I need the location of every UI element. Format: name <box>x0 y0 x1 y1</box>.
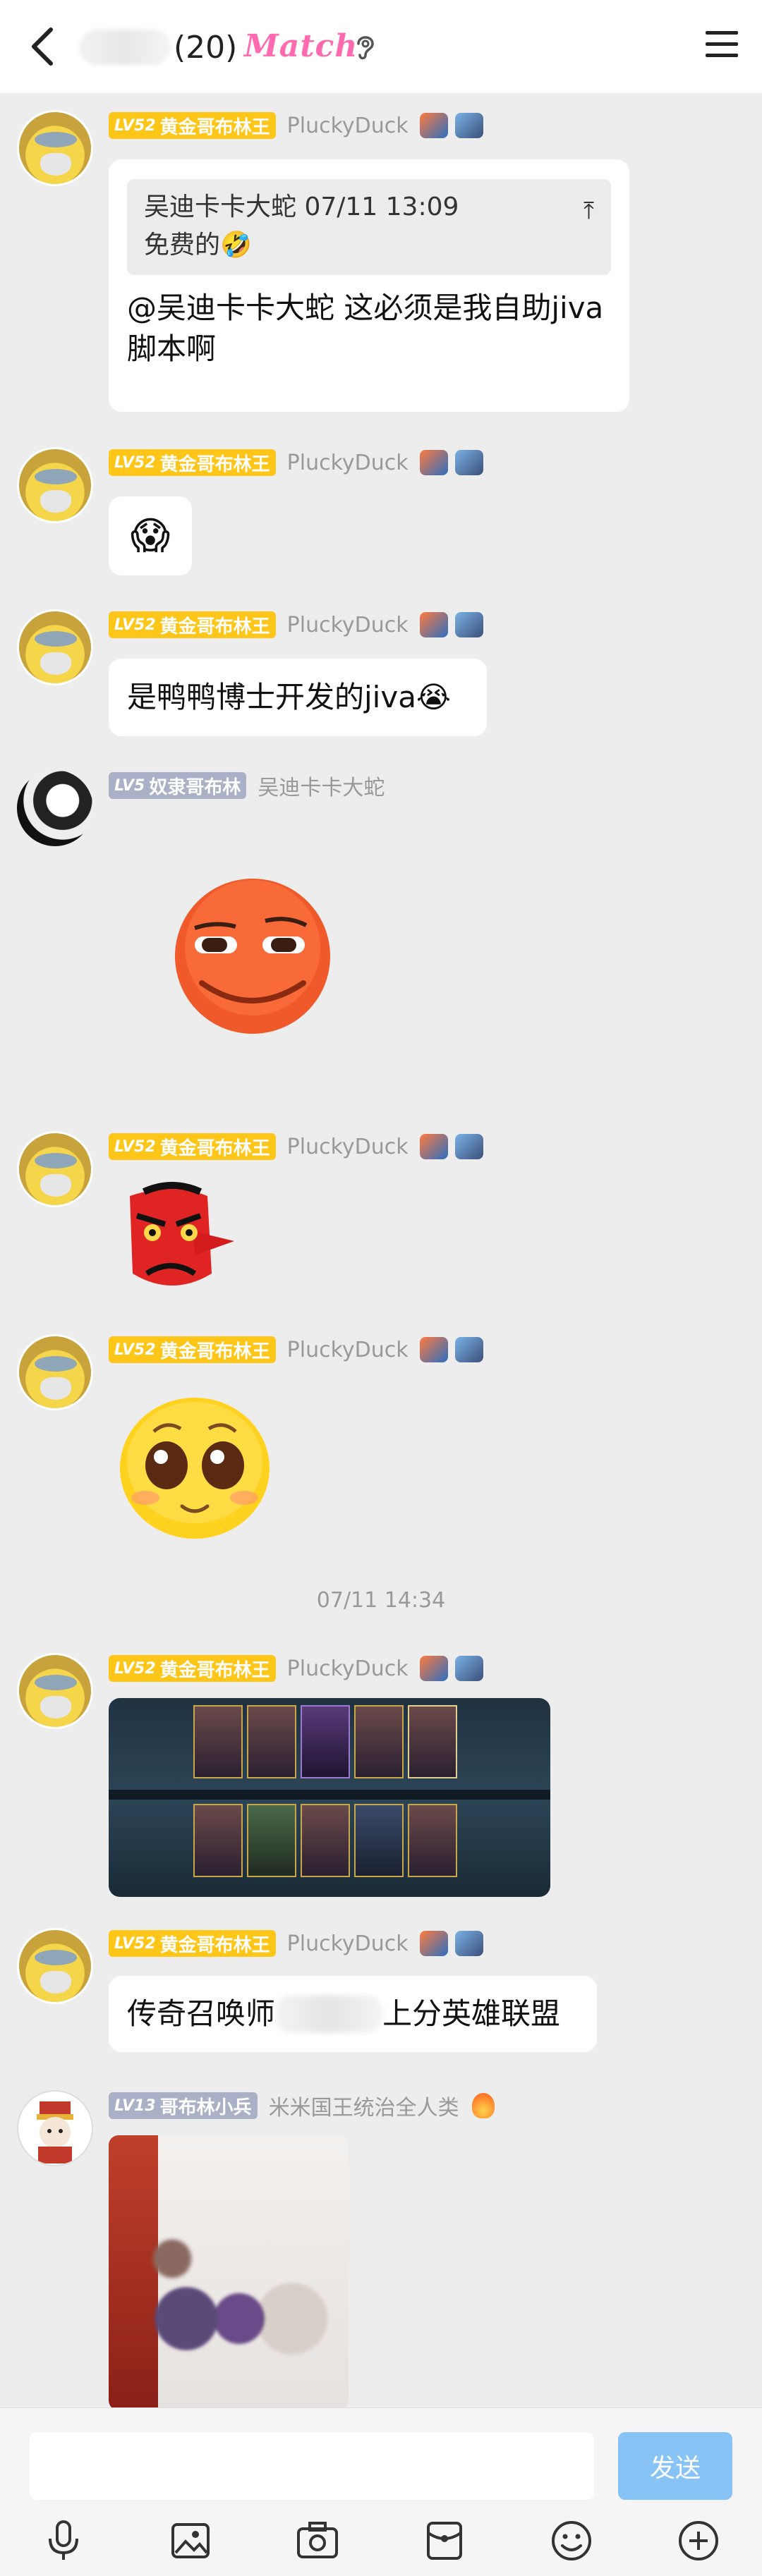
level-badge: LV52 黄金哥布林王 <box>109 112 276 139</box>
smirk-sticker[interactable] <box>174 877 332 1035</box>
medal-icon <box>419 113 448 138</box>
medal-icon <box>454 1656 483 1681</box>
avatar[interactable] <box>17 1653 93 1729</box>
avatar[interactable] <box>17 1131 93 1207</box>
message-text-part: 上分英雄联盟 <box>382 1996 561 2031</box>
ear-icon[interactable] <box>353 32 377 63</box>
microphone-icon[interactable] <box>40 2517 87 2567</box>
message-input[interactable] <box>30 2432 594 2500</box>
photo-image[interactable] <box>109 2135 349 2410</box>
tengu-sticker[interactable] <box>116 1182 236 1298</box>
level-badge: LV52 黄金哥布林王 <box>109 449 276 476</box>
level-badge: LV13 哥布林小兵 <box>109 2092 258 2119</box>
avatar[interactable] <box>17 770 93 846</box>
redacted-text <box>275 1996 383 2032</box>
username[interactable]: PluckyDuck <box>287 114 409 138</box>
username[interactable]: PluckyDuck <box>287 1931 409 1956</box>
avatar[interactable] <box>17 1928 93 2004</box>
red-packet-icon[interactable] <box>421 2517 468 2567</box>
emoji-icon[interactable] <box>548 2517 595 2567</box>
message-bubble[interactable]: 传奇召唤师 上分英雄联盟 <box>109 1976 597 2052</box>
username[interactable]: PluckyDuck <box>287 613 409 637</box>
member-count: (20) <box>174 30 238 66</box>
medal-icon <box>454 612 483 637</box>
message-bubble[interactable]: 吴迪卡卡大蛇 07/11 13:09 免费的🤣 ⤒ @吴迪卡卡大蛇 这必须是我自… <box>109 159 629 412</box>
message-bubble[interactable]: 是鸭鸭博士开发的jiva😭 <box>109 659 487 736</box>
medal-icon <box>454 1931 483 1956</box>
username[interactable]: PluckyDuck <box>287 1338 409 1362</box>
medal-icon <box>454 450 483 475</box>
quoted-message[interactable]: 吴迪卡卡大蛇 07/11 13:09 免费的🤣 ⤒ <box>127 179 611 275</box>
username[interactable]: 米米国王统治全人类 <box>269 2090 459 2121</box>
camera-icon[interactable] <box>294 2517 341 2567</box>
message-bubble[interactable]: 😱 <box>109 496 192 575</box>
menu-icon[interactable] <box>706 31 738 59</box>
username[interactable]: PluckyDuck <box>287 451 409 475</box>
match-logo[interactable]: Match <box>244 28 358 64</box>
game-screenshot-image[interactable] <box>109 1698 550 1897</box>
group-name-blurred <box>79 30 171 65</box>
level-badge: LV52 黄金哥布林王 <box>109 1336 276 1363</box>
level-badge: LV52 黄金哥布林王 <box>109 1930 276 1957</box>
message-text-part: 传奇召唤师 <box>127 1996 276 2031</box>
avatar[interactable] <box>17 110 93 186</box>
timestamp: 07/11 14:34 <box>316 1588 446 1613</box>
avatar[interactable] <box>17 447 93 523</box>
medal-icon <box>454 113 483 138</box>
image-icon[interactable] <box>167 2517 214 2567</box>
pin-icon: ⤒ <box>583 197 594 225</box>
pleading-sticker[interactable] <box>117 1392 272 1540</box>
level-badge: LV52 黄金哥布林王 <box>109 1655 276 1682</box>
medal-icon <box>419 1337 448 1362</box>
medal-icon <box>419 1931 448 1956</box>
message-text: @吴迪卡卡大蛇 这必须是我自助jiva脚本啊 <box>127 291 604 366</box>
username[interactable]: PluckyDuck <box>287 1135 409 1159</box>
avatar[interactable] <box>17 609 93 685</box>
medal-icon <box>419 612 448 637</box>
chat-header: (20) Match <box>0 0 762 93</box>
medal-icon <box>419 1656 448 1681</box>
medal-icon <box>419 450 448 475</box>
level-badge: LV52 黄金哥布林王 <box>109 1133 276 1160</box>
send-button[interactable]: 发送 <box>618 2432 732 2500</box>
fire-icon <box>471 2093 495 2118</box>
username[interactable]: PluckyDuck <box>287 1656 409 1681</box>
avatar[interactable] <box>17 1334 93 1410</box>
message-composer: 发送 <box>0 2407 762 2576</box>
medal-icon <box>419 1134 448 1159</box>
back-arrow-icon[interactable] <box>27 25 61 68</box>
level-badge: LV5 奴隶哥布林 <box>109 772 247 799</box>
plus-icon[interactable] <box>675 2517 722 2567</box>
medal-icon <box>454 1134 483 1159</box>
username[interactable]: 吴迪卡卡大蛇 <box>258 770 385 801</box>
level-badge: LV52 黄金哥布林王 <box>109 611 276 638</box>
medal-icon <box>454 1337 483 1362</box>
avatar[interactable] <box>17 2090 93 2166</box>
